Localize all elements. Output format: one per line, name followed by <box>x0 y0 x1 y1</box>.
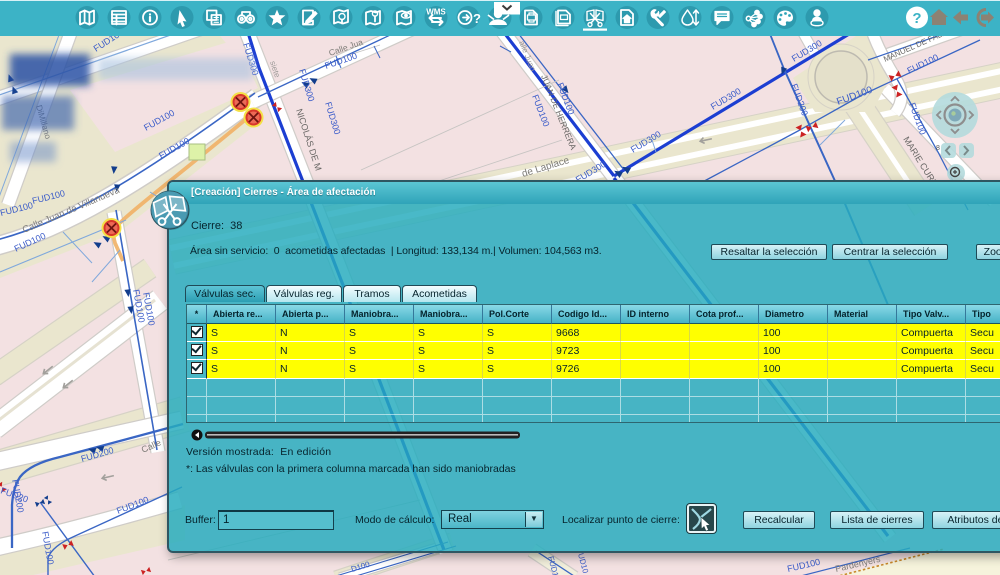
svg-text:WMS: WMS <box>426 8 446 17</box>
svg-text:?: ? <box>912 10 921 27</box>
svg-text:?: ? <box>473 11 481 26</box>
svg-text:8: 8 <box>936 145 940 152</box>
